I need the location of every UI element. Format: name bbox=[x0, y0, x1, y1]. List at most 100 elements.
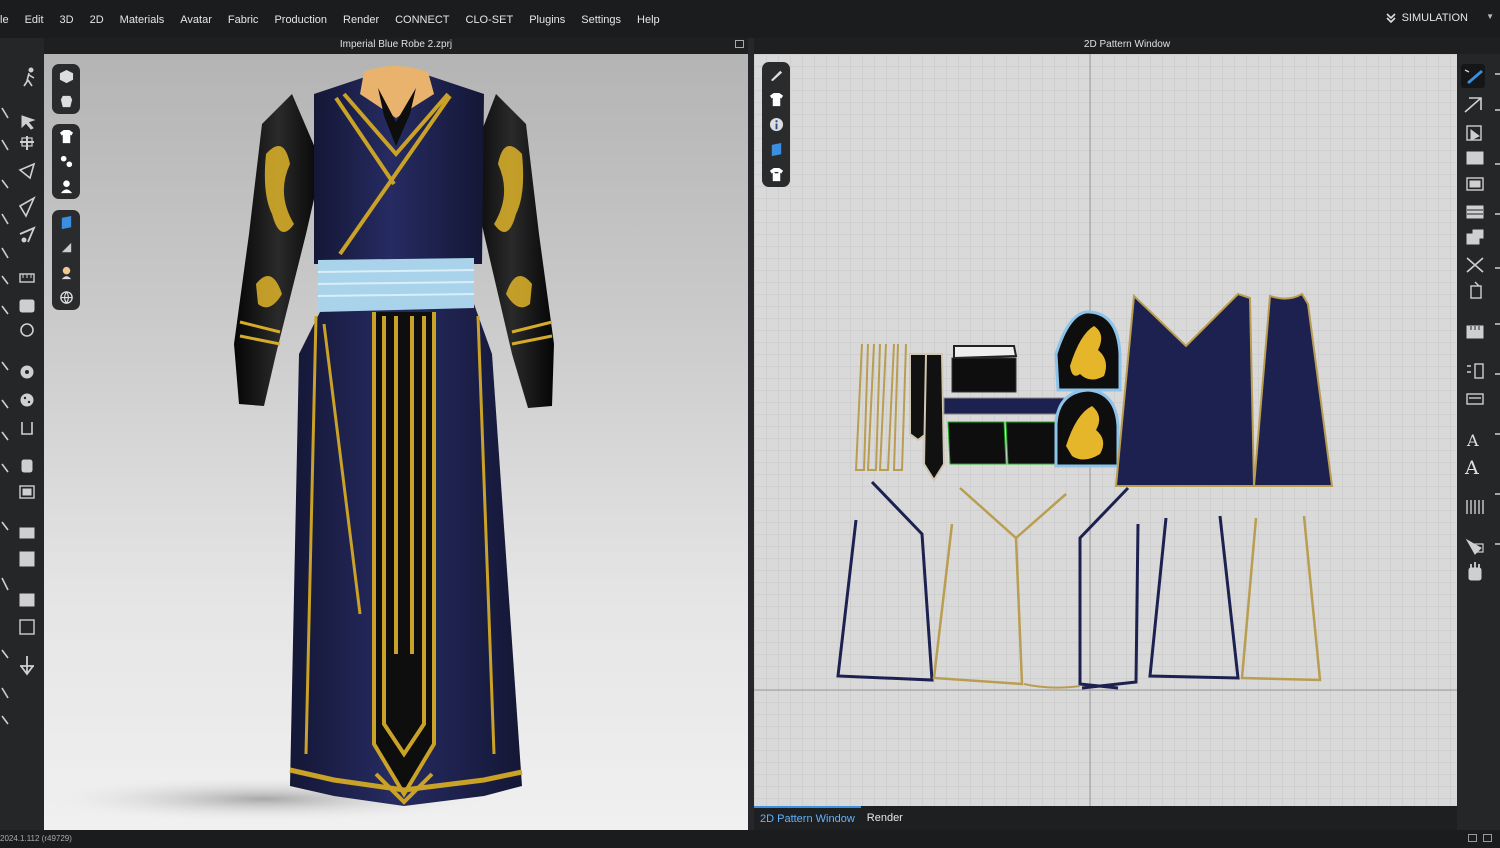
fabric-swatch-icon[interactable] bbox=[762, 137, 790, 162]
tab-2d-pattern-window[interactable]: 2D Pattern Window bbox=[754, 806, 861, 830]
graphic-icon bbox=[19, 485, 35, 499]
texture-ball-icon[interactable] bbox=[52, 235, 80, 260]
pattern-lower-outlines bbox=[836, 480, 1322, 690]
status-bar: 2024.1.112 (r49729) bbox=[0, 830, 1500, 844]
stack-icon bbox=[19, 619, 35, 635]
right-toolbar-icons: A A bbox=[1461, 64, 1500, 581]
tab-render[interactable]: Render bbox=[861, 806, 909, 830]
walking-avatar-icon bbox=[23, 67, 35, 87]
edit-pattern-icon bbox=[18, 162, 36, 180]
internal-shape-icon bbox=[1466, 125, 1482, 141]
segment-icon bbox=[1470, 281, 1482, 299]
menu-2d[interactable]: 2D bbox=[82, 0, 112, 38]
viewport-3d-title-bar: Imperial Blue Robe 2.zprj bbox=[44, 38, 748, 54]
menu-production[interactable]: Production bbox=[266, 0, 335, 38]
robe-3d-render bbox=[44, 66, 554, 821]
fabric-swatch-icon[interactable] bbox=[52, 210, 80, 235]
right-toolbar: A A bbox=[1457, 54, 1500, 830]
pattern-window[interactable] bbox=[754, 54, 1457, 806]
cube-icon[interactable] bbox=[52, 64, 80, 89]
version-label: 2024.1.112 (r49729) bbox=[0, 834, 72, 843]
ruler-icon bbox=[1466, 325, 1484, 339]
pattern-cuff-left bbox=[947, 421, 1007, 465]
pleat-icon bbox=[1466, 393, 1484, 405]
info-icon[interactable] bbox=[762, 112, 790, 137]
pattern-tie bbox=[922, 353, 946, 482]
measure-icon bbox=[19, 273, 35, 283]
menu-file[interactable]: le bbox=[0, 0, 17, 38]
menu-plugins[interactable]: Plugins bbox=[521, 0, 573, 38]
menu-clo-set[interactable]: CLO-SET bbox=[458, 0, 522, 38]
left-toolbar-icons bbox=[1, 67, 36, 725]
simulation-toggle[interactable]: SIMULATION ▼ bbox=[1386, 12, 1494, 24]
chevron-down-icon[interactable]: ▼ bbox=[1486, 12, 1494, 21]
menu-edit[interactable]: Edit bbox=[17, 0, 52, 38]
pattern-small-panel bbox=[909, 353, 927, 442]
pattern-collar bbox=[953, 345, 1018, 360]
shirt-icon[interactable] bbox=[52, 124, 80, 149]
floating-toolbar-3d-top bbox=[52, 64, 80, 114]
menu-fabric[interactable]: Fabric bbox=[220, 0, 267, 38]
menu-settings[interactable]: Settings bbox=[573, 0, 629, 38]
left-toolbar bbox=[0, 38, 44, 844]
pattern-belt bbox=[943, 397, 1065, 415]
points-icon[interactable] bbox=[52, 149, 80, 174]
grid-icon bbox=[1466, 205, 1484, 219]
move-down-icon bbox=[20, 656, 34, 676]
trace-icon bbox=[1466, 229, 1484, 245]
menu-bar: le Edit 3D 2D Materials Avatar Fabric Pr… bbox=[0, 0, 1500, 38]
fit-icon bbox=[19, 593, 35, 607]
svg-text:A: A bbox=[1466, 431, 1479, 450]
layout-icon[interactable] bbox=[1468, 834, 1477, 842]
menu-render[interactable]: Render bbox=[335, 0, 387, 38]
avatar-body-icon[interactable] bbox=[52, 89, 80, 114]
shirt-icon[interactable] bbox=[762, 87, 790, 112]
cut-icon bbox=[1466, 257, 1484, 273]
menu-connect[interactable]: CONNECT bbox=[387, 0, 457, 38]
pattern-window-title: 2D Pattern Window bbox=[1083, 39, 1171, 50]
menu-materials[interactable]: Materials bbox=[112, 0, 173, 38]
svg-text:A: A bbox=[1464, 457, 1479, 479]
pattern-strips bbox=[854, 343, 907, 471]
globe-icon[interactable] bbox=[52, 285, 80, 310]
pattern-front-panel bbox=[1114, 292, 1256, 487]
annotation-icon: A bbox=[1464, 457, 1479, 479]
tack-icon bbox=[1465, 538, 1484, 555]
status-icons bbox=[1468, 834, 1492, 842]
circle-icon bbox=[1466, 177, 1484, 191]
garment-icon[interactable] bbox=[762, 162, 790, 187]
transform-icon bbox=[20, 136, 34, 150]
pen-tool-icon[interactable] bbox=[762, 62, 790, 87]
pattern-window-title-bar: 2D Pattern Window bbox=[754, 38, 1500, 54]
rectangle-icon bbox=[1466, 151, 1484, 165]
button-icon bbox=[20, 323, 34, 337]
hand-icon bbox=[1468, 562, 1482, 581]
floating-toolbar-2d bbox=[762, 62, 790, 187]
double-chevron-icon bbox=[1386, 13, 1396, 23]
restore-window-icon[interactable] bbox=[735, 40, 744, 48]
edge-tool-icons bbox=[1, 107, 9, 725]
floating-toolbar-3d-bottom bbox=[52, 210, 80, 310]
robe-belt bbox=[318, 258, 474, 312]
floating-toolbar-3d-mid bbox=[52, 124, 80, 199]
simulation-label: SIMULATION bbox=[1401, 12, 1468, 24]
avatar-bust-icon[interactable] bbox=[52, 260, 80, 285]
pattern-window-tabs: 2D Pattern Window Render bbox=[754, 806, 1457, 830]
elastic-icon bbox=[21, 422, 33, 435]
menu-3d[interactable]: 3D bbox=[52, 0, 82, 38]
tack-icon bbox=[19, 299, 35, 313]
text-icon: A bbox=[1466, 431, 1479, 450]
menu-help[interactable]: Help bbox=[629, 0, 668, 38]
menu-avatar[interactable]: Avatar bbox=[172, 0, 220, 38]
pattern-cuff-right bbox=[1005, 421, 1057, 465]
zipper-icon bbox=[20, 393, 34, 407]
pattern-sleeve-dragon-bottom bbox=[1054, 388, 1120, 468]
pattern-yoke bbox=[951, 357, 1017, 393]
pattern-canvas bbox=[754, 54, 1457, 806]
viewport-3d[interactable] bbox=[44, 54, 748, 830]
person-icon[interactable] bbox=[52, 174, 80, 199]
transform-icon bbox=[1464, 97, 1482, 113]
buttonhole-icon bbox=[20, 365, 34, 379]
fullscreen-icon[interactable] bbox=[1483, 834, 1492, 842]
fold-icon bbox=[18, 196, 36, 218]
